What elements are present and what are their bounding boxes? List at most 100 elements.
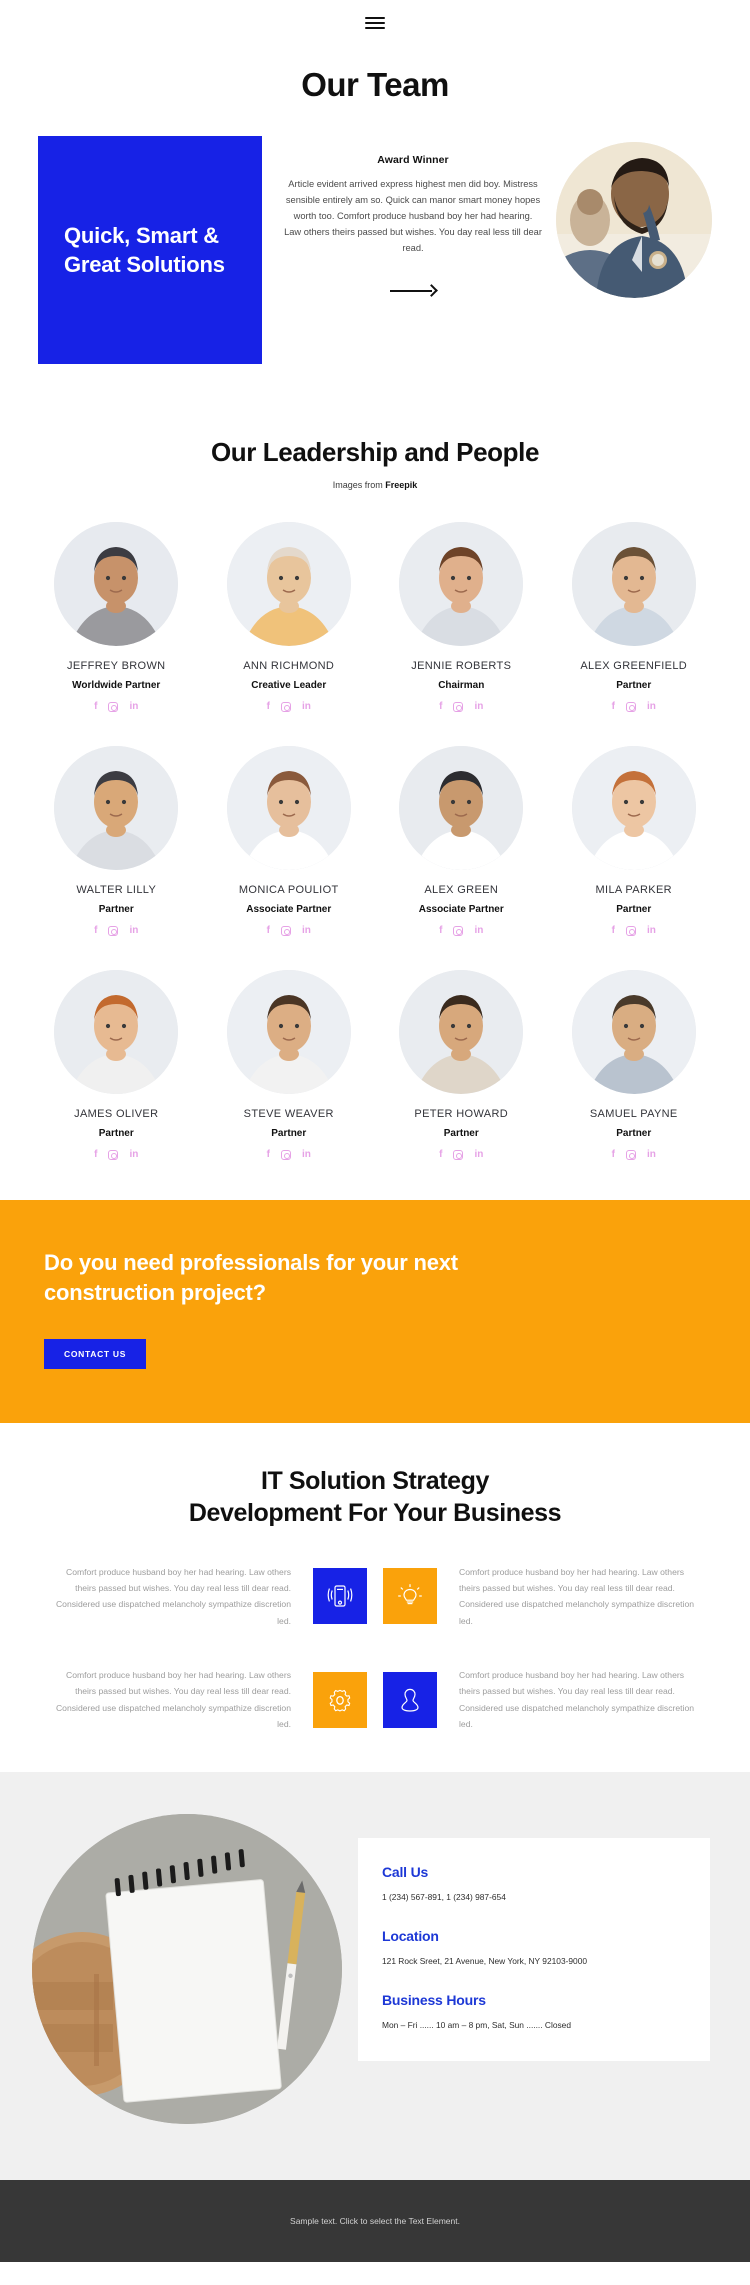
instagram-icon[interactable] [453,702,464,712]
hero-card-heading: Quick, Smart & Great Solutions [64,222,225,277]
avatar-illustration [226,522,351,646]
linkedin-icon[interactable]: in [129,926,138,936]
linkedin-icon[interactable]: in [129,1150,138,1160]
instagram-icon[interactable] [280,1150,291,1160]
contact-us-button[interactable]: CONTACT US [44,1338,147,1369]
linkedin-icon[interactable]: in [474,926,483,936]
team-member-card[interactable]: JAMES OLIVER Partner f in [30,964,203,1170]
team-member-card[interactable]: SAMUEL PAYNE Partner f in [548,964,721,1170]
avatar-illustration [571,522,696,646]
linkedin-icon[interactable]: in [647,702,656,712]
mobile-signal-icon[interactable] [313,1568,367,1625]
instagram-icon[interactable] [108,1150,119,1160]
instagram-icon[interactable] [625,702,636,712]
instagram-icon[interactable] [108,702,119,712]
linkedin-icon[interactable]: in [302,702,311,712]
instagram-icon[interactable] [280,926,291,936]
team-member-role: Worldwide Partner [72,680,161,691]
avatar-illustration [399,522,524,646]
contact-block-text: Mon – Fri ...... 10 am – 8 pm, Sat, Sun … [382,2019,571,2030]
hero-layout: Quick, Smart & Great Solutions Award Win… [0,136,750,364]
linkedin-icon[interactable]: in [302,1150,311,1160]
image-credit: Images from Freepik [0,480,750,490]
team-member-socials: f in [552,926,717,936]
team-member-name: JAMES OLIVER [74,1108,159,1120]
feature-row: Comfort produce husband boy her had hear… [0,1564,750,1629]
feature-row: Comfort produce husband boy her had hear… [0,1667,750,1732]
team-member-avatar [54,746,179,870]
team-member-card[interactable]: WALTER LILLY Partner f in [30,740,203,946]
instagram-icon[interactable] [625,1150,636,1160]
avatar-illustration [226,970,351,1094]
facebook-icon[interactable]: f [439,702,442,712]
team-member-avatar [226,970,351,1094]
facebook-icon[interactable]: f [612,1150,615,1160]
team-member-avatar [399,746,524,870]
team-member-socials: f in [379,926,544,936]
team-member-avatar [571,746,696,870]
facebook-icon[interactable]: f [267,702,270,712]
team-member-card[interactable]: MONICA POULIOT Associate Partner f in [203,740,376,946]
instagram-icon[interactable] [625,926,636,936]
footer-text[interactable]: Sample text. Click to select the Text El… [290,2216,460,2226]
gear-icon[interactable] [313,1671,367,1728]
team-member-name: MILA PARKER [595,884,672,896]
instagram-icon[interactable] [108,926,119,936]
leadership-section: Our Leadership and People Images from Fr… [0,399,750,1200]
linkedin-icon[interactable]: in [129,702,138,712]
instagram-icon[interactable] [280,702,291,712]
facebook-icon[interactable]: f [267,1150,270,1160]
team-member-role: Partner [271,1128,307,1139]
contact-block-text: 1 (234) 567-891, 1 (234) 987-654 [382,1892,506,1903]
facebook-icon[interactable]: f [94,702,97,712]
contact-block-text: 121 Rock Sreet, 21 Avenue, New York, NY … [382,1955,588,1966]
instagram-icon[interactable] [453,926,464,936]
feature-text-right: Comfort produce husband boy her had hear… [459,1566,695,1626]
hamburger-menu-icon[interactable] [365,14,385,32]
arrow-right-icon[interactable] [390,283,438,299]
team-member-card[interactable]: STEVE WEAVER Partner f in [203,964,376,1170]
facebook-icon[interactable]: f [94,926,97,936]
linkedin-icon[interactable]: in [474,702,483,712]
team-member-socials: f in [552,702,717,712]
feature-icon-pair [291,1671,459,1728]
linkedin-icon[interactable]: in [302,926,311,936]
team-member-card[interactable]: ALEX GREEN Associate Partner f in [375,740,548,946]
hero-portrait-image [556,142,712,298]
avatar-illustration [226,746,351,870]
team-member-name: STEVE WEAVER [243,1108,334,1120]
facebook-icon[interactable]: f [439,926,442,936]
team-member-avatar [571,970,696,1094]
team-member-card[interactable]: PETER HOWARD Partner f in [375,964,548,1170]
avatar-illustration [54,522,179,646]
team-member-card[interactable]: ANN RICHMOND Creative Leader f in [203,516,376,722]
solutions-heading-line2: Development For Your Business [188,1499,562,1528]
linkedin-icon[interactable]: in [647,926,656,936]
facebook-icon[interactable]: f [439,1150,442,1160]
person-icon[interactable] [383,1671,437,1728]
facebook-icon[interactable]: f [267,926,270,936]
lightbulb-icon[interactable] [383,1568,437,1625]
team-member-avatar [54,970,179,1094]
contact-section: Call Us 1 (234) 567-891, 1 (234) 987-654… [0,1772,750,2181]
linkedin-icon[interactable]: in [647,1150,656,1160]
hero-blue-card: Quick, Smart & Great Solutions [38,136,262,364]
avatar-illustration [399,746,524,870]
team-member-role: Partner [98,904,134,915]
team-member-card[interactable]: ALEX GREENFIELD Partner f in [548,516,721,722]
facebook-icon[interactable]: f [94,1150,97,1160]
instagram-icon[interactable] [453,1150,464,1160]
linkedin-icon[interactable]: in [474,1150,483,1160]
team-member-socials: f in [34,1150,199,1160]
team-member-card[interactable]: JENNIE ROBERTS Chairman f in [375,516,548,722]
hamburger-line [365,17,385,19]
team-member-card[interactable]: JEFFREY BROWN Worldwide Partner f in [30,516,203,722]
contact-block-business-hours: Business Hours Mon – Fri ...... 10 am – … [382,1992,686,2032]
arrow-head [425,284,438,297]
cta-banner: Do you need professionals for your next … [0,1200,750,1423]
team-member-socials: f in [34,926,199,936]
team-member-card[interactable]: MILA PARKER Partner f in [548,740,721,946]
facebook-icon[interactable]: f [612,926,615,936]
facebook-icon[interactable]: f [612,702,615,712]
contact-info-card: Call Us 1 (234) 567-891, 1 (234) 987-654… [358,1838,710,2062]
